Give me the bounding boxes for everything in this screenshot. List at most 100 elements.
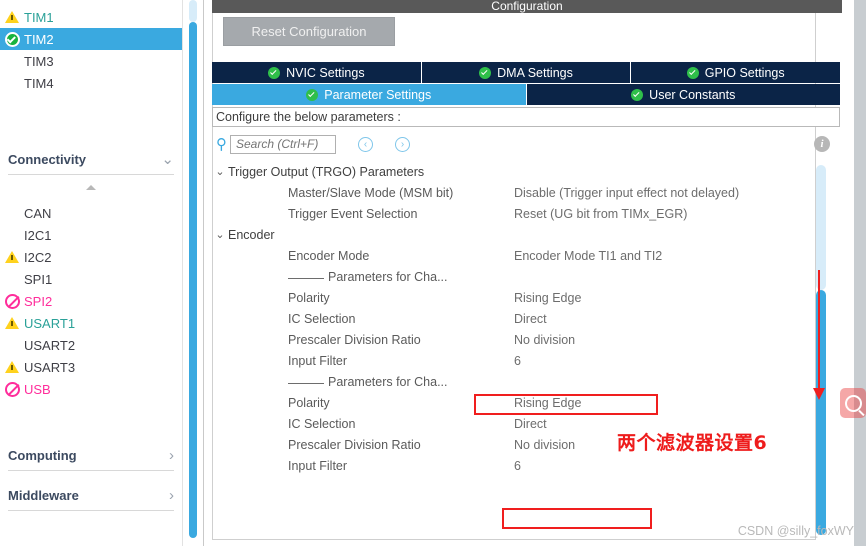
sidebar-item-tim4[interactable]: TIM4 bbox=[0, 72, 182, 94]
sidebar-item-tim2[interactable]: TIM2 bbox=[0, 28, 182, 50]
subsection-header-channel-1: Parameters for Cha... bbox=[212, 266, 840, 287]
configure-hint-bar: Configure the below parameters : bbox=[212, 107, 840, 127]
list-scroll-spinner[interactable] bbox=[0, 180, 182, 194]
param-value[interactable]: Direct bbox=[514, 417, 547, 431]
panel-title: Configuration bbox=[212, 0, 842, 13]
tab-parameter-settings[interactable]: Parameter Settings bbox=[212, 84, 527, 105]
sidebar-item-usart2[interactable]: USART2 bbox=[0, 334, 182, 356]
table-row-input-filter-1[interactable]: Input Filter 6 bbox=[212, 350, 840, 371]
info-icon[interactable]: i bbox=[814, 136, 830, 152]
param-value[interactable]: No division bbox=[514, 438, 575, 452]
table-row[interactable]: Encoder Mode Encoder Mode TI1 and TI2 bbox=[212, 245, 840, 266]
sidebar-item-can[interactable]: CAN bbox=[0, 202, 182, 224]
sidebar-section-connectivity[interactable]: Connectivity ⌄ bbox=[8, 144, 174, 175]
param-value[interactable]: Rising Edge bbox=[514, 396, 581, 410]
sidebar-scrollbar-upper[interactable] bbox=[189, 0, 197, 22]
tab-gpio-settings[interactable]: GPIO Settings bbox=[631, 62, 841, 83]
chevron-down-icon[interactable]: ⌄ bbox=[212, 165, 228, 178]
sidebar-item-label: USB bbox=[24, 381, 51, 397]
sidebar-item-label: SPI2 bbox=[24, 293, 53, 309]
check-icon bbox=[479, 66, 492, 79]
tab-nvic-settings[interactable]: NVIC Settings bbox=[212, 62, 422, 83]
param-value[interactable]: Disable (Trigger input effect not delaye… bbox=[514, 186, 739, 200]
search-icon: ⚲ bbox=[216, 135, 227, 153]
tree-group-trgo[interactable]: ⌄ Trigger Output (TRGO) Parameters bbox=[212, 161, 840, 182]
warning-icon bbox=[4, 9, 20, 25]
param-name: Polarity bbox=[288, 395, 330, 410]
param-name: Encoder Mode bbox=[288, 248, 370, 263]
param-value[interactable]: Rising Edge bbox=[514, 291, 581, 305]
sidebar-item-label: TIM4 bbox=[24, 75, 54, 91]
table-row[interactable]: IC Selection Direct bbox=[212, 308, 840, 329]
param-value[interactable]: Encoder Mode TI1 and TI2 bbox=[514, 249, 662, 263]
chevron-down-icon[interactable]: ⌄ bbox=[212, 228, 228, 241]
sidebar-item-i2c2[interactable]: I2C2 bbox=[0, 246, 182, 268]
section-label: Middleware bbox=[8, 487, 79, 503]
tab-bar-row-1: NVIC Settings DMA Settings GPIO Settings bbox=[212, 62, 841, 83]
app-root: TIM1 TIM2 TIM3 TIM4 Connectivity ⌄ CAN I… bbox=[0, 0, 868, 546]
param-value[interactable]: 6 bbox=[514, 354, 521, 368]
sidebar-item-label: SPI1 bbox=[24, 271, 53, 287]
table-row[interactable]: Master/Slave Mode (MSM bit) Disable (Tri… bbox=[212, 182, 840, 203]
down-arrow-annotation bbox=[813, 270, 825, 400]
configure-hint-text: Configure the below parameters : bbox=[216, 110, 401, 124]
sidebar-item-spi1[interactable]: SPI1 bbox=[0, 268, 182, 290]
table-row[interactable]: Polarity Rising Edge bbox=[212, 392, 840, 413]
banned-icon bbox=[4, 293, 20, 309]
chevron-down-icon: ⌄ bbox=[161, 151, 174, 168]
tab-label: User Constants bbox=[649, 87, 736, 102]
sidebar-item-i2c1[interactable]: I2C1 bbox=[0, 224, 182, 246]
check-icon bbox=[306, 88, 319, 101]
param-name: IC Selection bbox=[288, 416, 356, 431]
sidebar-item-label: TIM1 bbox=[24, 9, 54, 25]
watermark-text: CSDN @silly_foxWY bbox=[737, 524, 854, 538]
table-row-input-filter-2[interactable]: Input Filter 6 bbox=[212, 455, 840, 476]
sidebar-item-spi2[interactable]: SPI2 bbox=[0, 290, 182, 312]
parameter-tree: ⌄ Trigger Output (TRGO) Parameters Maste… bbox=[212, 161, 840, 528]
subsection-title-wrap: Parameters for Cha... bbox=[288, 270, 448, 284]
tab-dma-settings[interactable]: DMA Settings bbox=[421, 62, 632, 83]
sidebar-item-label: TIM3 bbox=[24, 53, 54, 69]
param-value[interactable]: Direct bbox=[514, 312, 547, 326]
warning-icon bbox=[4, 315, 20, 331]
sidebar-item-tim1[interactable]: TIM1 bbox=[0, 6, 182, 28]
sidebar-section-computing[interactable]: Computing › bbox=[8, 440, 174, 471]
sidebar-scrollbar-thumb[interactable] bbox=[189, 22, 197, 538]
window-scrollbar-track[interactable] bbox=[854, 0, 866, 546]
subsection-header-channel-2: Parameters for Cha... bbox=[212, 371, 840, 392]
group-label: Trigger Output (TRGO) Parameters bbox=[228, 164, 425, 179]
tree-group-encoder[interactable]: ⌄ Encoder bbox=[212, 224, 840, 245]
param-name: Prescaler Division Ratio bbox=[288, 437, 421, 452]
table-row[interactable]: Trigger Event Selection Reset (UG bit fr… bbox=[212, 203, 840, 224]
param-value[interactable]: No division bbox=[514, 333, 575, 347]
sidebar-item-label: USART3 bbox=[24, 359, 76, 375]
table-row[interactable]: Polarity Rising Edge bbox=[212, 287, 840, 308]
next-match-button[interactable]: › bbox=[395, 136, 410, 152]
tab-bar-row-2: Parameter Settings User Constants bbox=[212, 84, 840, 105]
check-icon bbox=[631, 88, 644, 101]
sidebar-item-usb[interactable]: USB bbox=[0, 378, 182, 400]
divider bbox=[288, 382, 324, 384]
tab-user-constants[interactable]: User Constants bbox=[526, 84, 840, 105]
sidebar-item-usart3[interactable]: USART3 bbox=[0, 356, 182, 378]
sidebar-item-usart1[interactable]: USART1 bbox=[0, 312, 182, 334]
subsection-title: Parameters for Cha... bbox=[328, 374, 448, 389]
sidebar-item-label: USART1 bbox=[24, 315, 76, 331]
param-name: Prescaler Division Ratio bbox=[288, 332, 421, 347]
param-value[interactable]: 6 bbox=[514, 459, 521, 473]
sidebar-item-label: I2C1 bbox=[24, 227, 52, 243]
spinner-up-icon bbox=[86, 184, 96, 190]
subsection-title: Parameters for Cha... bbox=[328, 269, 448, 284]
banned-icon bbox=[4, 381, 20, 397]
reset-configuration-button[interactable]: Reset Configuration bbox=[223, 17, 395, 46]
table-row[interactable]: Prescaler Division Ratio No division bbox=[212, 329, 840, 350]
magnifier-overlay-button[interactable] bbox=[840, 388, 866, 418]
param-value[interactable]: Reset (UG bit from TIMx_EGR) bbox=[514, 207, 687, 221]
sidebar-item-tim3[interactable]: TIM3 bbox=[0, 50, 182, 72]
sidebar-section-middleware[interactable]: Middleware › bbox=[8, 480, 174, 511]
previous-match-button[interactable]: ‹ bbox=[358, 136, 373, 152]
search-input-wrapper[interactable] bbox=[230, 134, 336, 154]
search-input[interactable] bbox=[234, 136, 335, 152]
connectivity-list: CAN I2C1 I2C2 SPI1 SPI2 USART1 USART2 US… bbox=[0, 202, 182, 400]
subsection-title-wrap: Parameters for Cha... bbox=[288, 375, 448, 389]
